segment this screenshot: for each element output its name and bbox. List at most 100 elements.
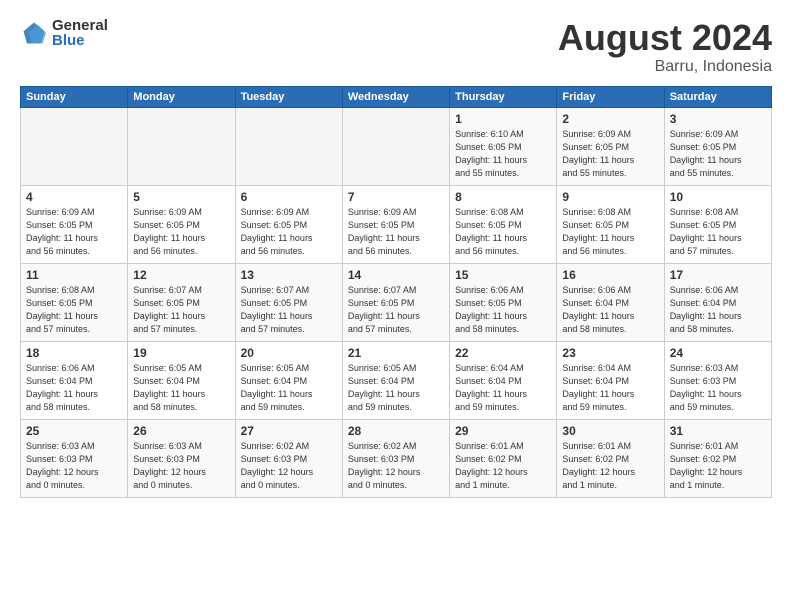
- day-info: Sunrise: 6:07 AM Sunset: 6:05 PM Dayligh…: [133, 284, 229, 336]
- calendar-cell: 16Sunrise: 6:06 AM Sunset: 6:04 PM Dayli…: [557, 263, 664, 341]
- day-number: 23: [562, 346, 658, 360]
- day-number: 25: [26, 424, 122, 438]
- calendar-cell: 2 Sunrise: 6:09 AM Sunset: 6:05 PM Daylig…: [557, 107, 664, 185]
- calendar-cell: 6 Sunrise: 6:09 AM Sunset: 6:05 PM Daylig…: [235, 185, 342, 263]
- day-info: Sunrise: 6:09 AM Sunset: 6:05 PM Dayligh…: [26, 206, 122, 258]
- header-thursday: Thursday: [450, 86, 557, 107]
- day-info: Sunrise: 6:07 AM Sunset: 6:05 PM Dayligh…: [348, 284, 444, 336]
- day-number: 14: [348, 268, 444, 282]
- day-number: 31: [670, 424, 766, 438]
- day-number: 19: [133, 346, 229, 360]
- calendar-cell: [235, 107, 342, 185]
- calendar-cell: 21Sunrise: 6:05 AM Sunset: 6:04 PM Dayli…: [342, 341, 449, 419]
- day-number: 27: [241, 424, 337, 438]
- header-friday: Friday: [557, 86, 664, 107]
- day-info: Sunrise: 6:08 AM Sunset: 6:05 PM Dayligh…: [670, 206, 766, 258]
- calendar-subtitle: Barru, Indonesia: [558, 58, 772, 76]
- day-info: Sunrise: 6:03 AM Sunset: 6:03 PM Dayligh…: [133, 440, 229, 492]
- day-info: Sunrise: 6:07 AM Sunset: 6:05 PM Dayligh…: [241, 284, 337, 336]
- day-number: 8: [455, 190, 551, 204]
- day-info: Sunrise: 6:04 AM Sunset: 6:04 PM Dayligh…: [562, 362, 658, 414]
- calendar-cell: [128, 107, 235, 185]
- day-number: 7: [348, 190, 444, 204]
- day-number: 18: [26, 346, 122, 360]
- calendar-cell: 11Sunrise: 6:08 AM Sunset: 6:05 PM Dayli…: [21, 263, 128, 341]
- header-wednesday: Wednesday: [342, 86, 449, 107]
- logo-general: General: [52, 18, 108, 33]
- day-number: 26: [133, 424, 229, 438]
- day-info: Sunrise: 6:03 AM Sunset: 6:03 PM Dayligh…: [26, 440, 122, 492]
- day-number: 20: [241, 346, 337, 360]
- day-info: Sunrise: 6:05 AM Sunset: 6:04 PM Dayligh…: [241, 362, 337, 414]
- day-number: 28: [348, 424, 444, 438]
- day-info: Sunrise: 6:02 AM Sunset: 6:03 PM Dayligh…: [348, 440, 444, 492]
- day-info: Sunrise: 6:09 AM Sunset: 6:05 PM Dayligh…: [348, 206, 444, 258]
- day-info: Sunrise: 6:08 AM Sunset: 6:05 PM Dayligh…: [455, 206, 551, 258]
- day-info: Sunrise: 6:04 AM Sunset: 6:04 PM Dayligh…: [455, 362, 551, 414]
- day-info: Sunrise: 6:09 AM Sunset: 6:05 PM Dayligh…: [133, 206, 229, 258]
- calendar-cell: 14 Sunrise: 6:07 AM Sunset: 6:05 PM Dayli…: [342, 263, 449, 341]
- day-number: 17: [670, 268, 766, 282]
- header-tuesday: Tuesday: [235, 86, 342, 107]
- header-sunday: Sunday: [21, 86, 128, 107]
- calendar-cell: 23 Sunrise: 6:04 AM Sunset: 6:04 PM Dayli…: [557, 341, 664, 419]
- day-number: 13: [241, 268, 337, 282]
- calendar-cell: 13 Sunrise: 6:07 AM Sunset: 6:05 PM Dayli…: [235, 263, 342, 341]
- calendar-cell: [21, 107, 128, 185]
- calendar-week-3: 11Sunrise: 6:08 AM Sunset: 6:05 PM Dayli…: [21, 263, 772, 341]
- header-monday: Monday: [128, 86, 235, 107]
- logo-icon: [20, 19, 48, 47]
- calendar-cell: 10Sunrise: 6:08 AM Sunset: 6:05 PM Dayli…: [664, 185, 771, 263]
- calendar-cell: 19 Sunrise: 6:05 AM Sunset: 6:04 PM Dayli…: [128, 341, 235, 419]
- page: General Blue August 2024 Barru, Indonesi…: [0, 0, 792, 612]
- day-number: 30: [562, 424, 658, 438]
- day-info: Sunrise: 6:08 AM Sunset: 6:05 PM Dayligh…: [26, 284, 122, 336]
- calendar-table: Sunday Monday Tuesday Wednesday Thursday…: [20, 86, 772, 498]
- calendar-week-4: 18 Sunrise: 6:06 AM Sunset: 6:04 PM Dayli…: [21, 341, 772, 419]
- calendar-cell: 8 Sunrise: 6:08 AM Sunset: 6:05 PM Daylig…: [450, 185, 557, 263]
- day-number: 21: [348, 346, 444, 360]
- day-info: Sunrise: 6:06 AM Sunset: 6:04 PM Dayligh…: [26, 362, 122, 414]
- day-info: Sunrise: 6:09 AM Sunset: 6:05 PM Dayligh…: [562, 128, 658, 180]
- header-saturday: Saturday: [664, 86, 771, 107]
- day-info: Sunrise: 6:01 AM Sunset: 6:02 PM Dayligh…: [562, 440, 658, 492]
- calendar-cell: 25 Sunrise: 6:03 AM Sunset: 6:03 PM Dayli…: [21, 419, 128, 497]
- day-info: Sunrise: 6:01 AM Sunset: 6:02 PM Dayligh…: [455, 440, 551, 492]
- calendar-cell: 20 Sunrise: 6:05 AM Sunset: 6:04 PM Dayli…: [235, 341, 342, 419]
- calendar-cell: 22 Sunrise: 6:04 AM Sunset: 6:04 PM Dayli…: [450, 341, 557, 419]
- calendar-cell: 27 Sunrise: 6:02 AM Sunset: 6:03 PM Dayli…: [235, 419, 342, 497]
- calendar-header-row: Sunday Monday Tuesday Wednesday Thursday…: [21, 86, 772, 107]
- day-number: 1: [455, 112, 551, 126]
- calendar-cell: 24 Sunrise: 6:03 AM Sunset: 6:03 PM Dayli…: [664, 341, 771, 419]
- calendar-cell: 4 Sunrise: 6:09 AM Sunset: 6:05 PM Daylig…: [21, 185, 128, 263]
- day-number: 15: [455, 268, 551, 282]
- calendar-cell: 1Sunrise: 6:10 AM Sunset: 6:05 PM Daylig…: [450, 107, 557, 185]
- day-info: Sunrise: 6:05 AM Sunset: 6:04 PM Dayligh…: [133, 362, 229, 414]
- day-number: 22: [455, 346, 551, 360]
- day-number: 5: [133, 190, 229, 204]
- day-number: 3: [670, 112, 766, 126]
- calendar-title: August 2024: [558, 18, 772, 58]
- day-number: 6: [241, 190, 337, 204]
- day-number: 2: [562, 112, 658, 126]
- day-info: Sunrise: 6:03 AM Sunset: 6:03 PM Dayligh…: [670, 362, 766, 414]
- calendar-week-2: 4 Sunrise: 6:09 AM Sunset: 6:05 PM Daylig…: [21, 185, 772, 263]
- calendar-cell: 12 Sunrise: 6:07 AM Sunset: 6:05 PM Dayli…: [128, 263, 235, 341]
- header: General Blue August 2024 Barru, Indonesi…: [20, 18, 772, 76]
- calendar-cell: 15Sunrise: 6:06 AM Sunset: 6:05 PM Dayli…: [450, 263, 557, 341]
- day-number: 12: [133, 268, 229, 282]
- day-info: Sunrise: 6:09 AM Sunset: 6:05 PM Dayligh…: [670, 128, 766, 180]
- day-info: Sunrise: 6:06 AM Sunset: 6:04 PM Dayligh…: [670, 284, 766, 336]
- day-info: Sunrise: 6:06 AM Sunset: 6:04 PM Dayligh…: [562, 284, 658, 336]
- day-number: 4: [26, 190, 122, 204]
- day-info: Sunrise: 6:02 AM Sunset: 6:03 PM Dayligh…: [241, 440, 337, 492]
- calendar-cell: 18 Sunrise: 6:06 AM Sunset: 6:04 PM Dayli…: [21, 341, 128, 419]
- day-number: 24: [670, 346, 766, 360]
- calendar-cell: 29 Sunrise: 6:01 AM Sunset: 6:02 PM Dayli…: [450, 419, 557, 497]
- calendar-cell: 5 Sunrise: 6:09 AM Sunset: 6:05 PM Daylig…: [128, 185, 235, 263]
- calendar-cell: 7 Sunrise: 6:09 AM Sunset: 6:05 PM Daylig…: [342, 185, 449, 263]
- logo: General Blue: [20, 18, 108, 48]
- day-number: 29: [455, 424, 551, 438]
- day-info: Sunrise: 6:08 AM Sunset: 6:05 PM Dayligh…: [562, 206, 658, 258]
- day-info: Sunrise: 6:09 AM Sunset: 6:05 PM Dayligh…: [241, 206, 337, 258]
